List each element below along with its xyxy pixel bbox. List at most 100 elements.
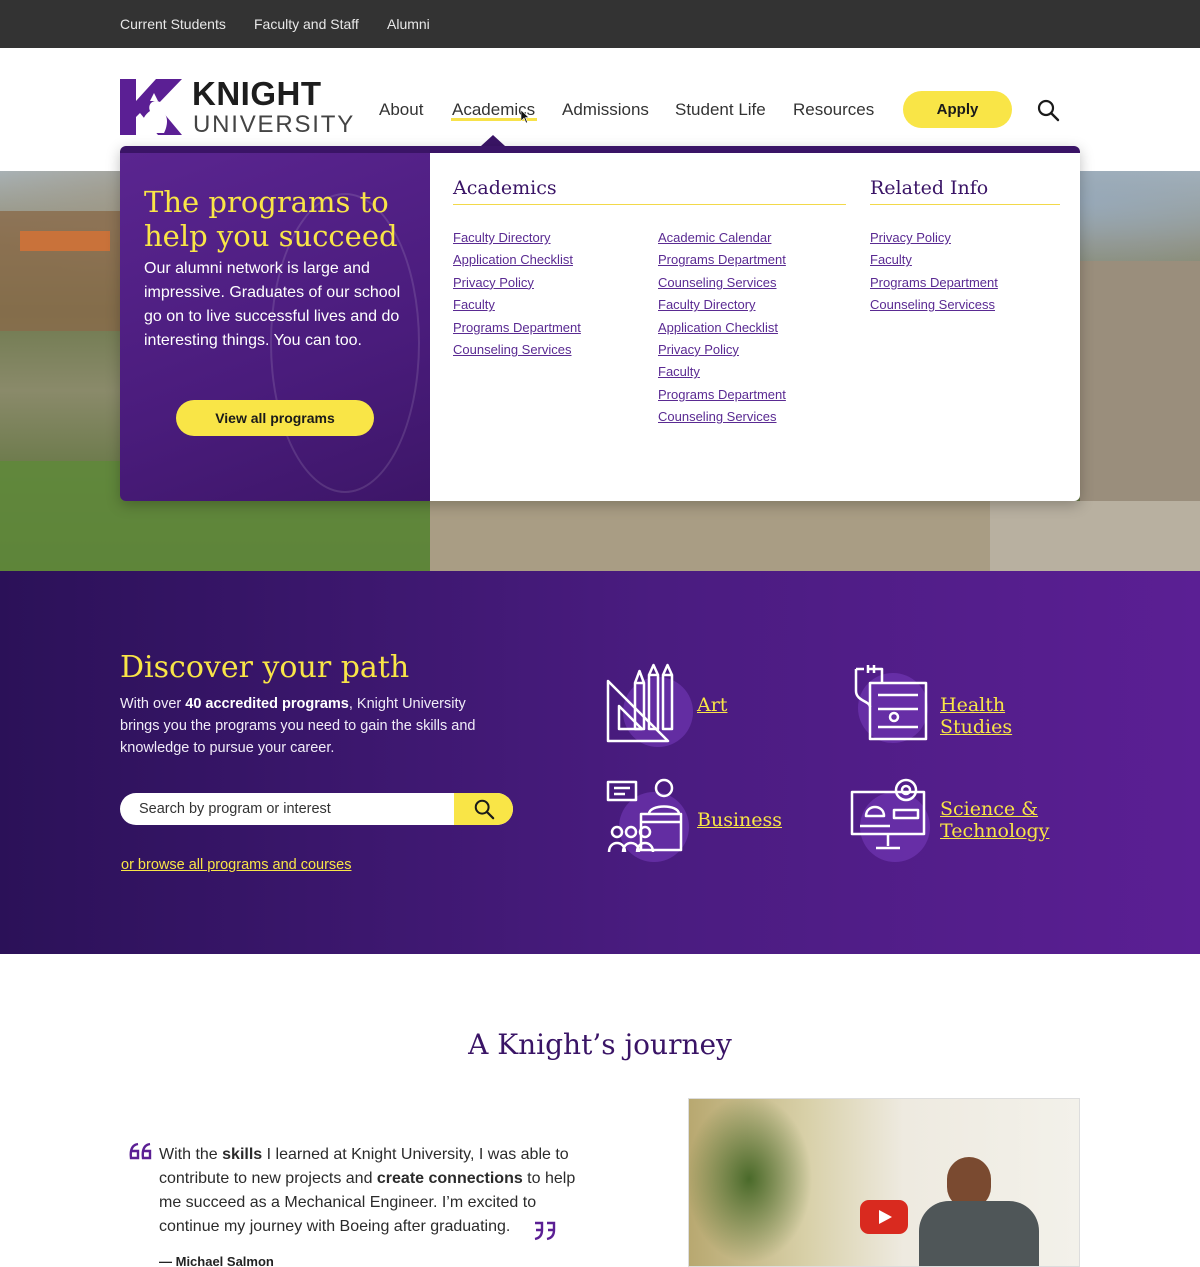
- academics-col2-item: Programs Department: [658, 386, 786, 408]
- campus-building: [0, 211, 140, 331]
- mouse-cursor-icon: [521, 110, 529, 123]
- academics-col1-item: Faculty Directory: [453, 229, 581, 251]
- discover-title: Discover your path: [120, 650, 410, 685]
- video-person-body: [919, 1201, 1039, 1266]
- discover-text: With over 40 accredited programs, Knight…: [120, 693, 505, 759]
- campus-plaza: [980, 501, 1200, 571]
- discover-section: Discover your path With over 40 accredit…: [0, 571, 1200, 954]
- academics-col2-link[interactable]: Programs Department: [658, 387, 786, 402]
- academics-col1-item: Application Checklist: [453, 251, 581, 273]
- related-info-link[interactable]: Programs Department: [870, 275, 998, 290]
- related-info-links: Privacy Policy Faculty Programs Department…: [870, 229, 998, 319]
- quote-open-icon: [129, 1142, 152, 1160]
- academics-column-title: Academics: [453, 177, 557, 199]
- academics-mega-menu: The programs to help you succeed Our alu…: [120, 146, 1080, 501]
- utility-link-alumni[interactable]: Alumni: [387, 16, 430, 32]
- promo-text: Our alumni network is large and impressi…: [144, 260, 401, 349]
- category-science-label-line2: Technology: [940, 820, 1050, 842]
- apply-button[interactable]: Apply: [903, 91, 1012, 128]
- academics-col1-link[interactable]: Application Checklist: [453, 252, 573, 267]
- testimonial-video[interactable]: [688, 1098, 1080, 1267]
- related-info-link[interactable]: Counseling Servicess: [870, 297, 995, 312]
- quote-emphasis: skills: [222, 1146, 263, 1163]
- business-icon: [606, 778, 683, 853]
- academics-links-col2: Academic Calendar Programs Department Coun…: [658, 229, 786, 431]
- discover-text-bold: 40 accredited programs: [185, 696, 349, 712]
- academics-col1-item: Counseling Services: [453, 341, 581, 363]
- academics-col1-item: Programs Department: [453, 319, 581, 341]
- utility-link-faculty-staff[interactable]: Faculty and Staff: [254, 16, 359, 32]
- art-icon: [606, 663, 674, 743]
- academics-links-col1: Faculty Directory Application Checklist Pr…: [453, 229, 581, 363]
- video-plant-foliage: [689, 1099, 839, 1266]
- academics-col1-link[interactable]: Faculty Directory: [453, 230, 551, 245]
- category-science-label-line1: Science &: [940, 798, 1039, 820]
- academics-col1-link[interactable]: Faculty: [453, 297, 495, 312]
- related-info-title: Related Info: [870, 177, 989, 199]
- academics-col2-item: Counseling Services: [658, 408, 786, 430]
- program-search-input[interactable]: [120, 793, 454, 825]
- mega-menu-top-border: [120, 146, 1080, 153]
- academics-col1-link[interactable]: Counseling Services: [453, 342, 572, 357]
- campus-building-right: [1080, 261, 1200, 501]
- quote-text: With the: [159, 1146, 223, 1163]
- science-icon: [850, 778, 926, 850]
- utility-link-current-students[interactable]: Current Students: [120, 16, 226, 32]
- program-search-button[interactable]: [454, 793, 513, 825]
- view-all-programs-button[interactable]: View all programs: [176, 400, 374, 436]
- browse-programs-link[interactable]: or browse all programs and courses: [121, 857, 352, 873]
- related-info-item: Counseling Servicess: [870, 296, 998, 318]
- testimonial-author: — Michael Salmon: [159, 1254, 274, 1267]
- nav-admissions[interactable]: Admissions: [562, 100, 649, 120]
- health-icon: [854, 665, 928, 741]
- campus-walkway: [430, 501, 990, 571]
- academics-col2-link[interactable]: Counseling Services: [658, 409, 777, 424]
- academics-col2-link[interactable]: Counseling Services: [658, 275, 777, 290]
- search-icon[interactable]: [1036, 98, 1060, 122]
- academics-col2-item: Academic Calendar: [658, 229, 786, 251]
- campus-roof: [20, 231, 110, 251]
- mega-menu-caret: [481, 135, 505, 146]
- category-health-label[interactable]: Health Studies: [940, 694, 1012, 738]
- academics-col2-item: Programs Department: [658, 251, 786, 273]
- related-info-rule: [870, 204, 1060, 205]
- utility-bar: Current Students Faculty and Staff Alumn…: [0, 0, 1200, 48]
- nav-resources[interactable]: Resources: [793, 100, 874, 120]
- category-art-label[interactable]: Art: [697, 694, 727, 716]
- academics-col2-link[interactable]: Academic Calendar: [658, 230, 771, 245]
- related-info-item: Programs Department: [870, 274, 998, 296]
- nav-about[interactable]: About: [379, 100, 423, 120]
- related-info-link[interactable]: Faculty: [870, 252, 912, 267]
- search-icon: [474, 799, 494, 820]
- academics-col1-link[interactable]: Privacy Policy: [453, 275, 534, 290]
- academics-col2-link[interactable]: Privacy Policy: [658, 342, 739, 357]
- academics-col2-link[interactable]: Faculty Directory: [658, 297, 756, 312]
- academics-col1-link[interactable]: Programs Department: [453, 320, 581, 335]
- academics-col2-link[interactable]: Programs Department: [658, 252, 786, 267]
- related-info-item: Faculty: [870, 251, 998, 273]
- academics-col2-item: Faculty: [658, 363, 786, 385]
- mega-menu-promo: The programs to help you succeed Our alu…: [120, 153, 430, 501]
- academics-col2-item: Application Checklist: [658, 319, 786, 341]
- journey-title: A Knight’s journey: [468, 1028, 732, 1061]
- quote-emphasis: create connections: [376, 1170, 523, 1187]
- nav-student-life[interactable]: Student Life: [675, 100, 766, 120]
- logo-wordmark-university: UNIVERSITY: [193, 111, 356, 138]
- category-business-label[interactable]: Business: [697, 809, 782, 831]
- academics-col1-item: Faculty: [453, 296, 581, 318]
- mega-menu-links: Academics Faculty Directory Application C…: [430, 153, 1080, 501]
- knight-logo-icon[interactable]: [120, 79, 182, 135]
- academics-col2-link[interactable]: Application Checklist: [658, 320, 778, 335]
- academics-col2-item: Faculty Directory: [658, 296, 786, 318]
- academics-col1-item: Privacy Policy: [453, 274, 581, 296]
- promo-heading: The programs to help you succeed: [144, 185, 398, 253]
- academics-col2-link[interactable]: Faculty: [658, 364, 700, 379]
- related-info-link[interactable]: Privacy Policy: [870, 230, 951, 245]
- discover-text-pre: With over: [120, 696, 186, 712]
- program-search-bar: [120, 793, 513, 825]
- play-icon[interactable]: [860, 1200, 908, 1234]
- logo-wordmark-knight: KNIGHT: [192, 75, 322, 112]
- academics-col2-item: Privacy Policy: [658, 341, 786, 363]
- category-science-label[interactable]: Science & Technology: [940, 798, 1049, 842]
- academics-column-rule: [453, 204, 846, 205]
